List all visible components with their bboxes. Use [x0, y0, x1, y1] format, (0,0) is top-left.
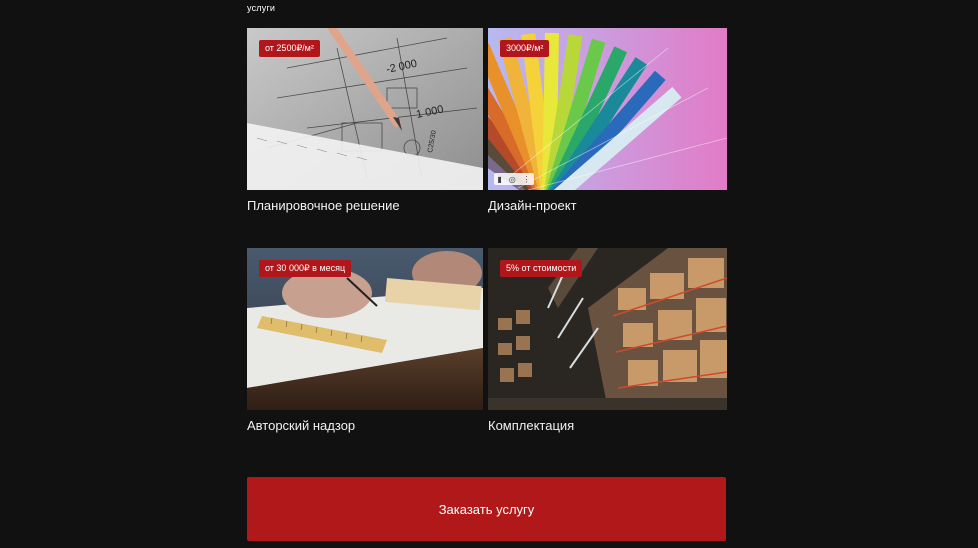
- service-card-design[interactable]: 3000₽/м² ▮ ◎ ⋮ Дизайн-проект: [488, 28, 727, 214]
- section-label: услуги: [247, 3, 276, 13]
- service-card-procurement[interactable]: 5% от стоимости Комплектация: [488, 248, 727, 434]
- card-title[interactable]: Планировочное решение: [247, 198, 483, 214]
- service-card-supervision[interactable]: от 30 000₽ в месяц Авторский надзор: [247, 248, 483, 434]
- price-badge: 5% от стоимости: [500, 260, 583, 277]
- card-title[interactable]: Комплектация: [488, 418, 727, 434]
- price-badge: 3000₽/м²: [500, 40, 550, 57]
- service-card-planning[interactable]: -2 000 1 000 C25/30 от 2500₽/м² Планиров…: [247, 28, 483, 214]
- more-icon[interactable]: ⋮: [523, 175, 531, 184]
- price-badge: от 30 000₽ в месяц: [259, 260, 352, 277]
- bookmark-icon[interactable]: ▮: [497, 175, 501, 184]
- price-badge: от 2500₽/м²: [259, 40, 320, 57]
- blueprint-pencil-image: -2 000 1 000 C25/30 от 2500₽/м²: [247, 28, 483, 190]
- camera-icon[interactable]: ◎: [509, 175, 516, 184]
- services-section: услуги -2 000 1 000 C25/30 от 2500₽/м² П…: [0, 0, 978, 548]
- image-toolbar[interactable]: ▮ ◎ ⋮: [494, 173, 534, 185]
- order-service-button[interactable]: Заказать услугу: [247, 477, 726, 541]
- drafting-hands-image: от 30 000₽ в месяц: [247, 248, 483, 410]
- card-title[interactable]: Авторский надзор: [247, 418, 483, 434]
- warehouse-shelves-image: 5% от стоимости: [488, 248, 727, 410]
- color-swatch-fan-image: 3000₽/м² ▮ ◎ ⋮: [488, 28, 727, 190]
- card-title[interactable]: Дизайн-проект: [488, 198, 727, 214]
